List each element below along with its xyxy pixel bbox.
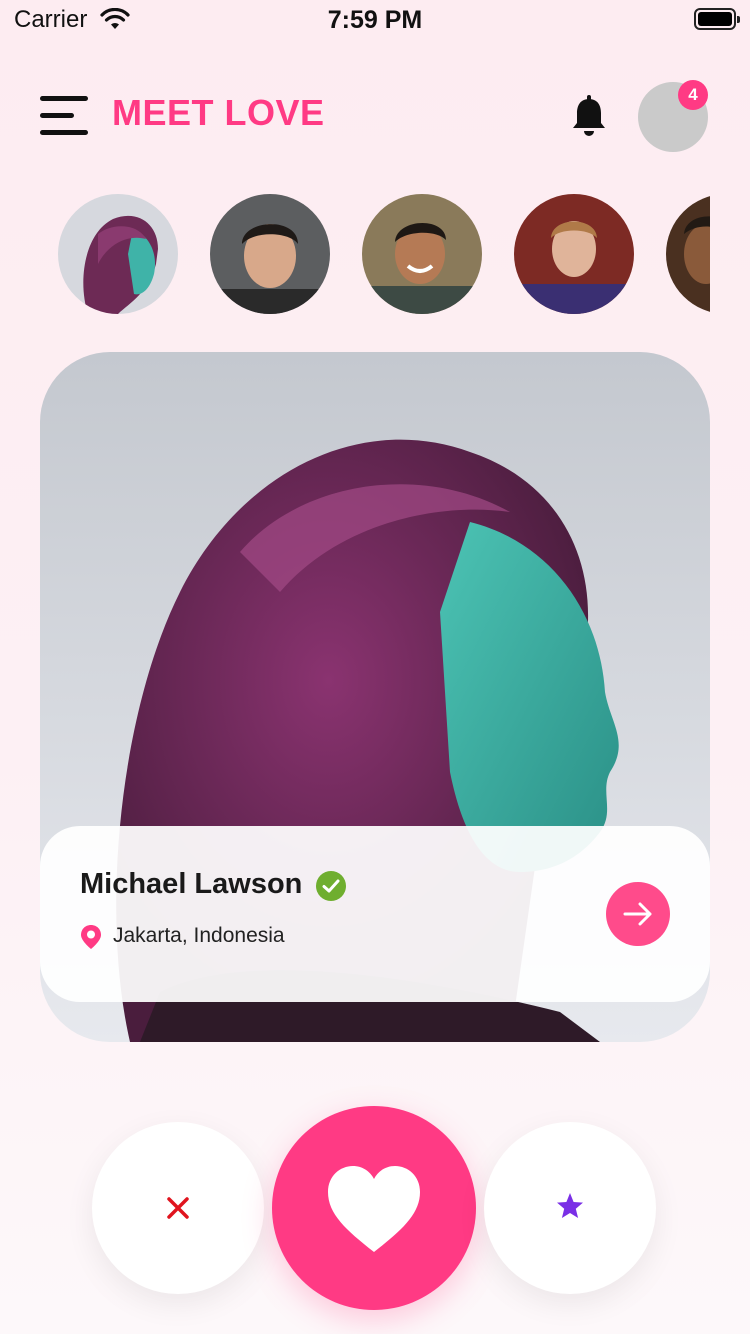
status-bar: Carrier 7:59 PM bbox=[0, 0, 750, 40]
like-button[interactable] bbox=[272, 1106, 476, 1310]
clock-time: 7:59 PM bbox=[327, 6, 423, 34]
battery-icon bbox=[694, 8, 740, 30]
heart-icon bbox=[328, 1166, 420, 1252]
location-pin-icon bbox=[81, 925, 101, 949]
stories-row[interactable] bbox=[58, 194, 710, 314]
story-avatar[interactable] bbox=[666, 194, 710, 314]
superlike-button[interactable] bbox=[484, 1122, 656, 1294]
bell-icon[interactable] bbox=[570, 94, 608, 138]
star-icon bbox=[557, 1193, 583, 1218]
story-avatar[interactable] bbox=[58, 194, 178, 314]
story-avatar[interactable] bbox=[514, 194, 634, 314]
verified-check-icon bbox=[316, 871, 346, 901]
profile-location: Jakarta, Indonesia bbox=[113, 924, 285, 947]
story-avatar[interactable] bbox=[210, 194, 330, 314]
view-profile-button[interactable] bbox=[606, 882, 670, 946]
menu-icon[interactable] bbox=[40, 96, 88, 136]
dislike-button[interactable] bbox=[92, 1122, 264, 1294]
arrow-right-icon bbox=[623, 902, 652, 926]
close-icon bbox=[167, 1197, 189, 1219]
app-title: MEET LOVE bbox=[112, 92, 325, 133]
story-avatar[interactable] bbox=[362, 194, 482, 314]
profile-name: Michael Lawson bbox=[80, 868, 303, 900]
notification-badge: 4 bbox=[678, 80, 708, 110]
